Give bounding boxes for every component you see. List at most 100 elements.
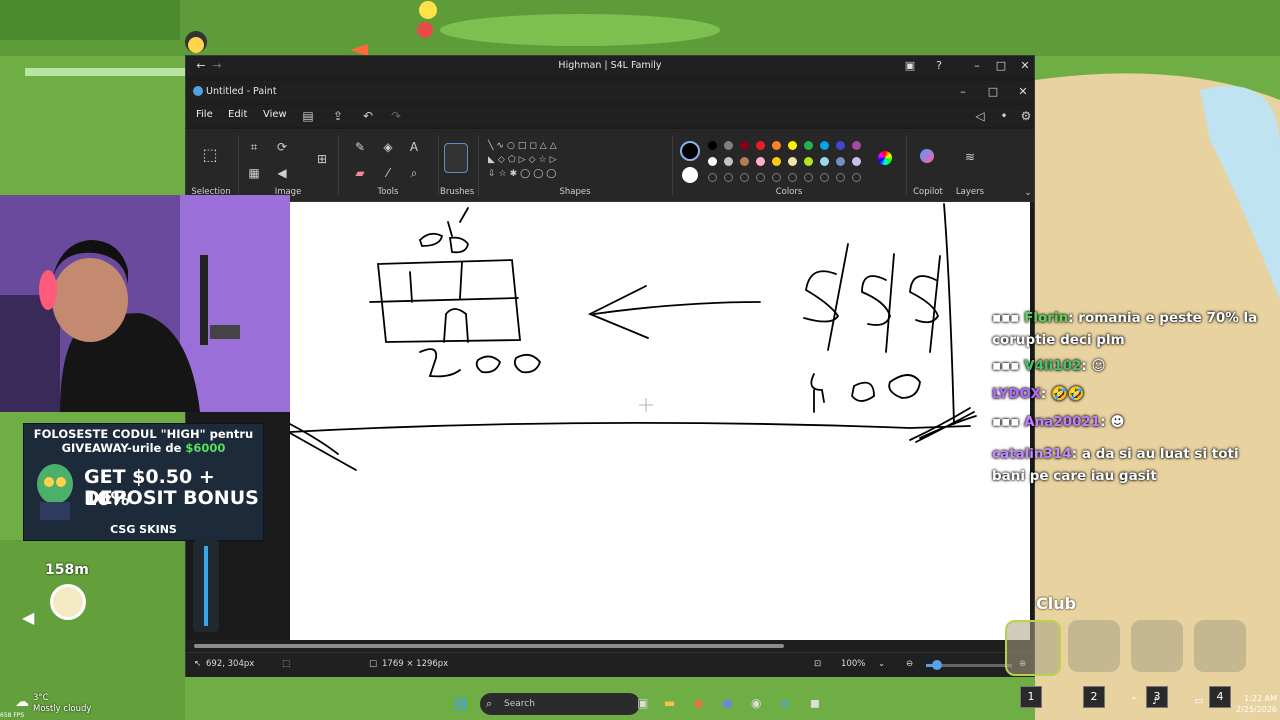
horizontal-scrollbar[interactable] [186,640,1034,652]
help-icon[interactable]: ? [928,57,950,75]
scrollbar-thumb[interactable] [194,644,784,648]
fit-icon[interactable]: ⊡ [814,659,821,669]
custom-color-slot[interactable] [740,173,749,182]
chevron-down-icon[interactable]: ⌄ [1020,185,1036,201]
color-picker-icon[interactable]: ⁄ [380,165,396,181]
brush-icon[interactable] [444,143,468,173]
copilot-icon[interactable] [920,149,934,163]
fill-icon[interactable]: ◈ [380,139,396,155]
club-slot-3[interactable] [1131,620,1183,672]
shapes-gallery[interactable]: ╲∿○□◻△△ ◣◇⬠▷◇☆▷ ⇩☆✱◯◯◯ [488,139,596,183]
rotate-icon[interactable]: ⟳ [274,139,290,155]
account-icon[interactable]: • [996,108,1012,124]
color-swatch[interactable] [852,157,861,166]
paint-taskbar-icon[interactable]: ◈ [780,696,789,710]
color-swatch[interactable] [724,141,733,150]
hotkey-2: 2 [1083,686,1105,708]
custom-color-slot[interactable] [708,173,717,182]
close-icon[interactable]: ✕ [1014,57,1036,75]
zoom-out-icon[interactable]: ⊖ [906,659,913,669]
file-explorer-icon[interactable]: ▬ [664,696,675,710]
discord-icon[interactable]: ● [722,696,732,710]
minimize-icon[interactable]: – [966,57,988,75]
zoom-slider-thumb[interactable] [932,660,942,670]
menu-edit[interactable]: Edit [228,109,247,120]
color-swatch[interactable] [756,157,765,166]
color-swatch[interactable] [708,157,717,166]
club-slot-2[interactable] [1068,620,1120,672]
divider [238,135,239,195]
weather-widget[interactable]: 3°C Mostly cloudy [33,693,91,715]
menu-view[interactable]: View [263,109,287,120]
redo-icon[interactable]: ↷ [388,108,404,124]
network-icon[interactable]: ▭ [1194,696,1203,707]
paint-app-icon [193,86,203,96]
color-swatch[interactable] [852,141,861,150]
color-swatch[interactable] [820,157,829,166]
paint-close-icon[interactable]: ✕ [1012,83,1034,101]
eraser-icon[interactable]: ▰ [352,165,368,181]
club-slot-4[interactable] [1194,620,1246,672]
save-icon[interactable]: ▤ [300,108,316,124]
color-swatch[interactable] [804,141,813,150]
pencil-icon[interactable]: ✎ [352,139,368,155]
clock[interactable]: 1:22 AM 2/25/2026 [1236,693,1277,715]
settings-gear-icon[interactable]: ⚙ [1018,108,1034,124]
color-swatch[interactable] [740,141,749,150]
resize-icon[interactable]: ▦ [246,165,262,181]
volume-icon[interactable]: ♪ [1152,696,1158,707]
custom-color-slot[interactable] [836,173,845,182]
zoom-slider[interactable] [926,660,1012,670]
color-palette[interactable] [708,141,868,185]
custom-color-slot[interactable] [788,173,797,182]
notification-icon[interactable]: ◁ [972,108,988,124]
custom-color-slot[interactable] [724,173,733,182]
tray-chevron-icon[interactable]: ⌃ [1130,696,1138,707]
color-swatch[interactable] [836,157,845,166]
custom-color-slot[interactable] [772,173,781,182]
drawing-canvas[interactable] [290,202,1030,640]
color-swatch[interactable] [804,157,813,166]
cast-icon[interactable]: ▣ [899,57,921,75]
color-swatch[interactable] [772,157,781,166]
color-swatch[interactable] [756,141,765,150]
color-swatch[interactable] [788,157,797,166]
color-swatch[interactable] [724,157,733,166]
game-taskbar-icon[interactable]: ◼ [810,696,820,710]
custom-color-slot[interactable] [804,173,813,182]
layers-icon[interactable]: ≋ [962,149,978,165]
paint-minimize-icon[interactable]: – [952,83,974,101]
club-slot-1[interactable] [1005,620,1061,676]
color-swatch[interactable] [788,141,797,150]
color-swatch[interactable] [740,157,749,166]
task-view-icon[interactable]: ▣ [637,696,648,710]
custom-color-slot[interactable] [852,173,861,182]
maximize-icon[interactable]: □ [990,57,1012,75]
chat-message-2: ▪▪▪ V4li102: ☺ [992,358,1106,374]
selection-icon[interactable]: ⬚ [202,147,218,163]
zoom-value[interactable]: 100% [841,659,865,669]
flip-icon[interactable]: ◀ [274,165,290,181]
chevron-down-icon[interactable]: ⌄ [878,659,885,669]
menu-file[interactable]: File [196,109,213,120]
paint-maximize-icon[interactable]: □ [982,83,1004,101]
color-swatch[interactable] [820,141,829,150]
custom-color-slot[interactable] [820,173,829,182]
color-swatch[interactable] [708,141,717,150]
start-icon[interactable]: ⊞ [454,694,467,713]
taskbar-search[interactable]: ⌕ Search [480,693,640,715]
brave-icon[interactable]: ◆ [694,696,703,710]
image-select-icon[interactable]: ⊞ [314,151,330,167]
color-swatch[interactable] [772,141,781,150]
share-icon[interactable]: ⇪ [330,108,346,124]
undo-icon[interactable]: ↶ [360,108,376,124]
magnifier-icon[interactable]: ⌕ [406,165,422,181]
edit-colors-icon[interactable] [878,151,892,165]
custom-color-slot[interactable] [756,173,765,182]
color-swatch[interactable] [836,141,845,150]
crop-icon[interactable]: ⌗ [246,139,262,155]
text-icon[interactable]: A [406,139,422,155]
steam-icon[interactable]: ◉ [751,696,761,710]
primary-color[interactable] [680,141,700,161]
secondary-color[interactable] [682,167,698,183]
